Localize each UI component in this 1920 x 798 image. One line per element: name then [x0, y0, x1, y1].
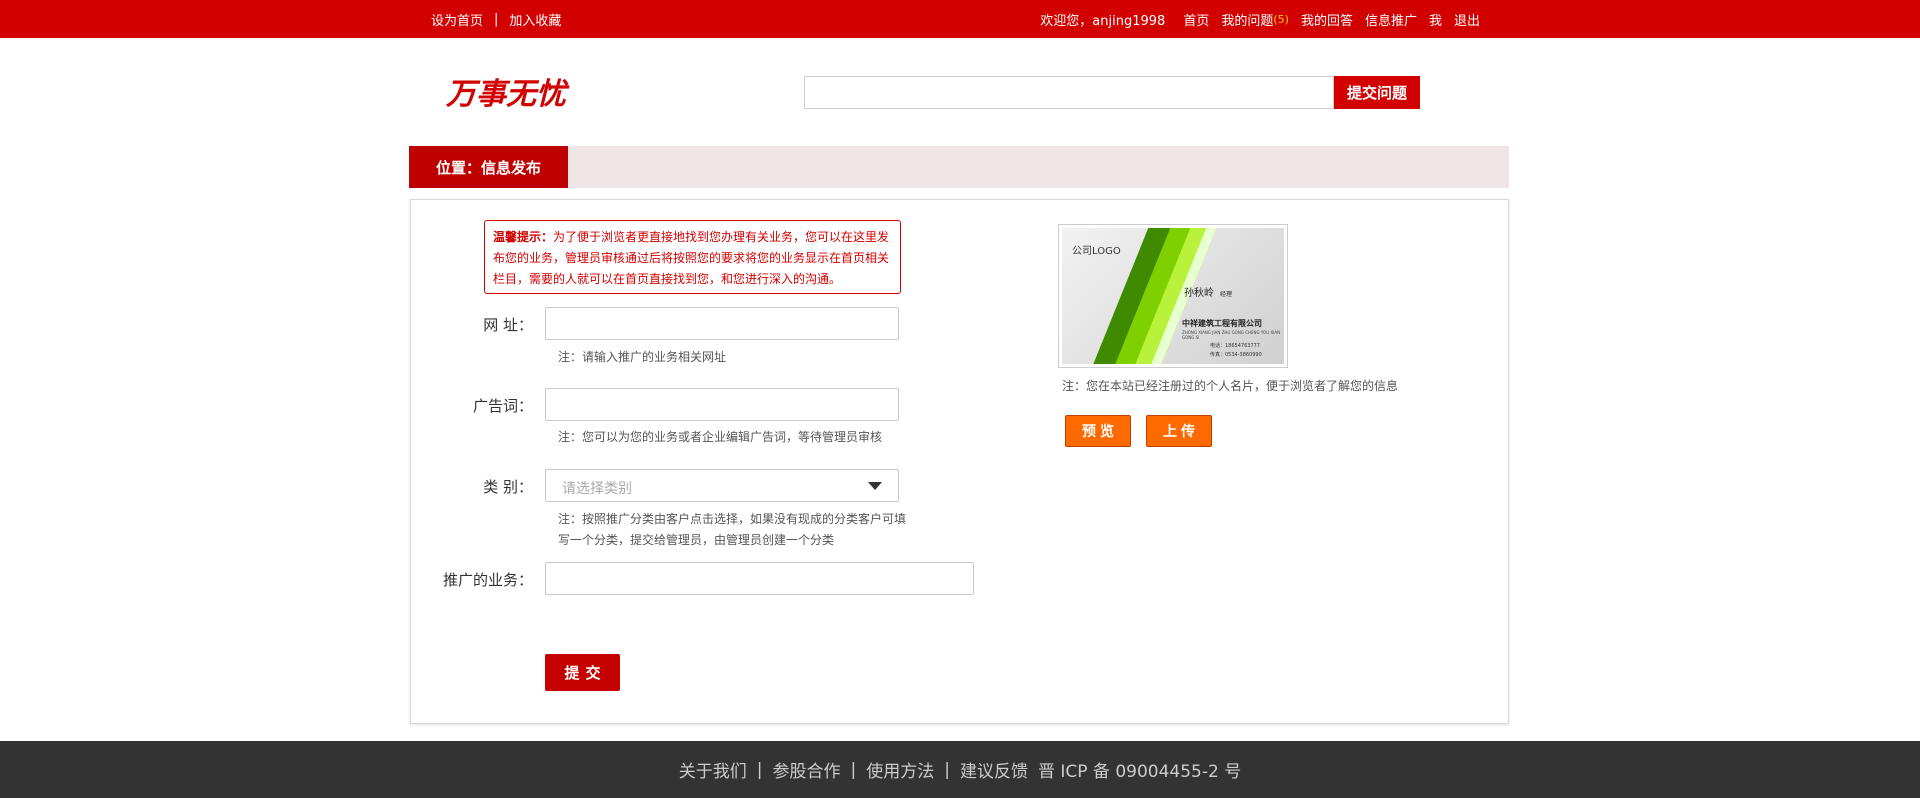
- submit-button[interactable]: 提交: [545, 654, 620, 691]
- card-name-text: 孙秋岭: [1184, 288, 1214, 299]
- business-input[interactable]: [545, 562, 974, 595]
- card-title: 经理: [1220, 291, 1233, 298]
- business-card-image: 公司LOGO 孙秋岭 经理 中祥建筑工程有限公司 ZHONG XIANG JIAN…: [1058, 224, 1288, 368]
- site-logo-graphic: 万事无忧: [445, 77, 570, 112]
- site-logo[interactable]: 万事无忧: [444, 70, 584, 112]
- footer: 关于我们 | 参股合作 | 使用方法 | 建议反馈 晋 ICP 备 090044…: [0, 741, 1920, 798]
- card-note: 注：您在本站已经注册过的个人名片，便于浏览者了解您的信息: [1062, 379, 1399, 393]
- set-home-link[interactable]: 设为首页: [431, 10, 483, 29]
- card-logo-text: 公司LOGO: [1072, 246, 1121, 257]
- submit-question-button[interactable]: 提交问题: [1334, 76, 1420, 109]
- top-bar: 设为首页 | 加入收藏 欢迎您，anjing1998 首页 我的问题 (5) 我的…: [0, 0, 1920, 38]
- business-card: 公司LOGO 孙秋岭 经理 中祥建筑工程有限公司 ZHONG XIANG JIAN…: [1062, 228, 1284, 364]
- url-input[interactable]: [545, 307, 899, 340]
- my-questions-count-badge: (5): [1273, 12, 1289, 26]
- preview-button[interactable]: 预览: [1065, 415, 1131, 447]
- nav-info-promo-link[interactable]: 信息推广: [1365, 10, 1417, 29]
- footer-separator: |: [944, 759, 950, 780]
- footer-about-link[interactable]: 关于我们: [679, 757, 747, 782]
- card-phone: 电话：18654763777: [1210, 343, 1260, 349]
- footer-separator: |: [850, 759, 857, 780]
- footer-feedback-link[interactable]: 建议反馈: [960, 757, 1028, 782]
- card-contact: 电话：18654763777 传真：0534-3860990: [1210, 342, 1262, 360]
- url-note: 注：请输入推广的业务相关网址: [558, 350, 727, 364]
- nav-my-questions-link[interactable]: 我的问题: [1221, 10, 1273, 29]
- footer-separator: |: [756, 759, 763, 780]
- tip-box: 温馨提示：为了便于浏览者更直接地找到您办理有关业务，您可以在这里发布您的业务，管…: [484, 220, 901, 294]
- card-company: 中祥建筑工程有限公司: [1182, 319, 1262, 328]
- location-label: 位置：信息发布: [409, 146, 568, 188]
- card-company-pinyin: ZHONG XIANG JIAN ZHU GONG CHENG YOU XIAN…: [1182, 330, 1281, 340]
- topbar-right: 欢迎您，anjing1998 首页 我的问题 (5) 我的回答 信息推广 我 退出: [1040, 0, 1480, 38]
- ad-input[interactable]: [545, 388, 899, 421]
- footer-usage-link[interactable]: 使用方法: [866, 757, 934, 782]
- card-fax: 传真：0534-3860990: [1210, 352, 1262, 358]
- topbar-left: 设为首页 | 加入收藏: [431, 0, 561, 38]
- category-note-line-1: 注：按照推广分类由客户点击选择，如果没有现成的分类客户可填: [558, 512, 907, 526]
- url-label: 网 址：: [483, 316, 533, 334]
- nav-me-link[interactable]: 我: [1429, 10, 1442, 29]
- site-logo-text: 万事无忧: [445, 77, 570, 112]
- footer-partner-link[interactable]: 参股合作: [773, 757, 841, 782]
- tip-text: 为了便于浏览者更直接地找到您办理有关业务，您可以在这里发布您的业务，管理员审核通…: [493, 230, 890, 286]
- tip-title: 温馨提示：: [493, 230, 554, 244]
- location-bar: 位置：信息发布: [409, 146, 1509, 188]
- welcome-text: 欢迎您，anjing1998: [1040, 13, 1166, 29]
- topbar-separator: |: [494, 11, 499, 27]
- business-label: 推广的业务：: [442, 571, 533, 589]
- ad-note: 注：您可以为您的业务或者企业编辑广告词，等待管理员审核: [558, 430, 883, 444]
- nav-home-link[interactable]: 首页: [1183, 10, 1209, 29]
- question-search-input[interactable]: [804, 76, 1334, 109]
- category-placeholder: 请选择类别: [562, 481, 632, 497]
- category-label: 类 别：: [483, 478, 533, 496]
- ad-label: 广告词：: [472, 397, 533, 415]
- footer-icp-text: 晋 ICP 备 09004455-2 号: [1037, 762, 1242, 782]
- nav-logout-link[interactable]: 退出: [1454, 10, 1480, 29]
- chevron-down-icon: [868, 482, 882, 490]
- upload-button[interactable]: 上传: [1146, 415, 1212, 447]
- card-name: 孙秋岭 经理: [1184, 284, 1232, 299]
- category-select[interactable]: 请选择类别: [545, 469, 899, 502]
- category-note-line-2: 写一个分类，提交给管理员，由管理员创建一个分类: [558, 533, 835, 547]
- add-favorite-link[interactable]: 加入收藏: [509, 10, 561, 29]
- nav-my-answers-link[interactable]: 我的回答: [1301, 10, 1353, 29]
